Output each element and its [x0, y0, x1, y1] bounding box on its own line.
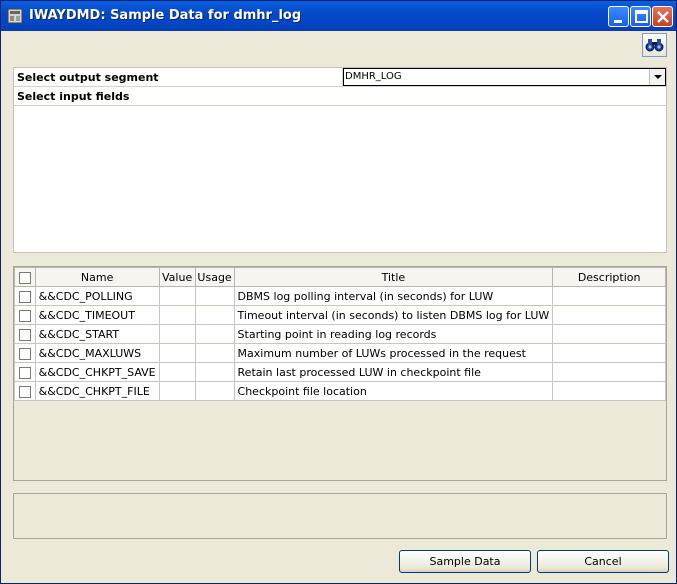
- row-checkbox[interactable]: [18, 290, 31, 303]
- close-button[interactable]: [652, 6, 673, 27]
- row-checkbox[interactable]: [18, 328, 31, 341]
- cell-name[interactable]: &&CDC_MAXLUWS: [34, 343, 160, 363]
- table-row[interactable]: &&CDC_TIMEOUT Timeout interval (in secon…: [14, 305, 666, 325]
- cell-title[interactable]: Checkpoint file location: [233, 381, 554, 401]
- row-checkbox[interactable]: [18, 366, 31, 379]
- cell-value[interactable]: [158, 381, 196, 401]
- maximize-icon: [635, 10, 648, 23]
- cell-value[interactable]: [158, 343, 196, 363]
- cell-description[interactable]: [552, 286, 666, 306]
- table-row[interactable]: &&CDC_START Starting point in reading lo…: [14, 324, 666, 344]
- cell-name[interactable]: &&CDC_CHKPT_SAVE: [34, 362, 160, 382]
- cell-name[interactable]: &&CDC_START: [34, 324, 160, 344]
- segment-select-value: DMHR_LOG: [345, 71, 402, 82]
- find-button[interactable]: [642, 33, 667, 57]
- app-icon: [7, 8, 23, 24]
- maximize-button[interactable]: [630, 6, 651, 27]
- chevron-down-icon: [654, 75, 662, 79]
- column-header-value[interactable]: Value: [158, 267, 196, 287]
- cell-name[interactable]: &&CDC_POLLING: [34, 286, 160, 306]
- cell-description[interactable]: [552, 324, 666, 344]
- minimize-icon: [614, 20, 622, 23]
- message-area: [13, 493, 667, 539]
- cell-usage[interactable]: [194, 381, 235, 401]
- cell-usage[interactable]: [194, 305, 235, 325]
- sample-data-button[interactable]: Sample Data: [399, 550, 531, 573]
- cell-value[interactable]: [158, 362, 196, 382]
- cell-title[interactable]: DBMS log polling interval (in seconds) f…: [233, 286, 554, 306]
- segment-select[interactable]: DMHR_LOG: [343, 68, 666, 86]
- table-row[interactable]: &&CDC_POLLING DBMS log polling interval …: [14, 286, 666, 306]
- divider: [14, 86, 666, 87]
- close-icon: [657, 11, 669, 23]
- dialog-window: IWAYDMD: Sample Data for dmhr_log Select…: [0, 0, 677, 584]
- select-dropdown-button[interactable]: [649, 69, 665, 85]
- cell-description[interactable]: [552, 343, 666, 363]
- table-row[interactable]: &&CDC_MAXLUWS Maximum number of LUWs pro…: [14, 343, 666, 363]
- cell-usage[interactable]: [194, 362, 235, 382]
- row-checkbox[interactable]: [18, 385, 31, 398]
- fields-table: Name Value Usage Title Description &&CDC…: [14, 267, 666, 401]
- fields-grid-panel: Name Value Usage Title Description &&CDC…: [13, 266, 667, 481]
- cell-value[interactable]: [158, 305, 196, 325]
- cell-title[interactable]: Starting point in reading log records: [233, 324, 554, 344]
- row-checkbox[interactable]: [18, 309, 31, 322]
- cell-value[interactable]: [158, 324, 196, 344]
- cell-name[interactable]: &&CDC_CHKPT_FILE: [34, 381, 160, 401]
- cell-name[interactable]: &&CDC_TIMEOUT: [34, 305, 160, 325]
- column-header-name[interactable]: Name: [34, 267, 160, 287]
- fields-label: Select input fields: [17, 90, 130, 103]
- column-header-title[interactable]: Title: [233, 267, 554, 287]
- cell-title[interactable]: Timeout interval (in seconds) to listen …: [233, 305, 554, 325]
- cell-description[interactable]: [552, 305, 666, 325]
- cell-usage[interactable]: [194, 343, 235, 363]
- table-header-row: Name Value Usage Title Description: [14, 267, 666, 287]
- segment-panel: Select output segment DMHR_LOG Select in…: [13, 67, 667, 253]
- table-row[interactable]: &&CDC_CHKPT_FILE Checkpoint file locatio…: [14, 381, 666, 401]
- title-bar[interactable]: IWAYDMD: Sample Data for dmhr_log: [1, 1, 676, 31]
- minimize-button[interactable]: [608, 6, 629, 27]
- select-all-header[interactable]: [14, 267, 36, 287]
- cell-description[interactable]: [552, 381, 666, 401]
- divider: [14, 105, 666, 106]
- cell-usage[interactable]: [194, 286, 235, 306]
- window-title: IWAYDMD: Sample Data for dmhr_log: [29, 8, 302, 23]
- table-row[interactable]: &&CDC_CHKPT_SAVE Retain last processed L…: [14, 362, 666, 382]
- row-checkbox[interactable]: [18, 347, 31, 360]
- column-header-description[interactable]: Description: [552, 267, 666, 287]
- cell-value[interactable]: [158, 286, 196, 306]
- segment-label: Select output segment: [17, 71, 159, 84]
- column-header-usage[interactable]: Usage: [194, 267, 235, 287]
- cell-description[interactable]: [552, 362, 666, 382]
- binoculars-icon: [645, 39, 664, 52]
- cancel-button[interactable]: Cancel: [537, 550, 669, 573]
- cell-title[interactable]: Retain last processed LUW in checkpoint …: [233, 362, 554, 382]
- select-all-checkbox[interactable]: [18, 271, 31, 284]
- cell-title[interactable]: Maximum number of LUWs processed in the …: [233, 343, 554, 363]
- cell-usage[interactable]: [194, 324, 235, 344]
- dialog-body: Select output segment DMHR_LOG Select in…: [4, 31, 673, 582]
